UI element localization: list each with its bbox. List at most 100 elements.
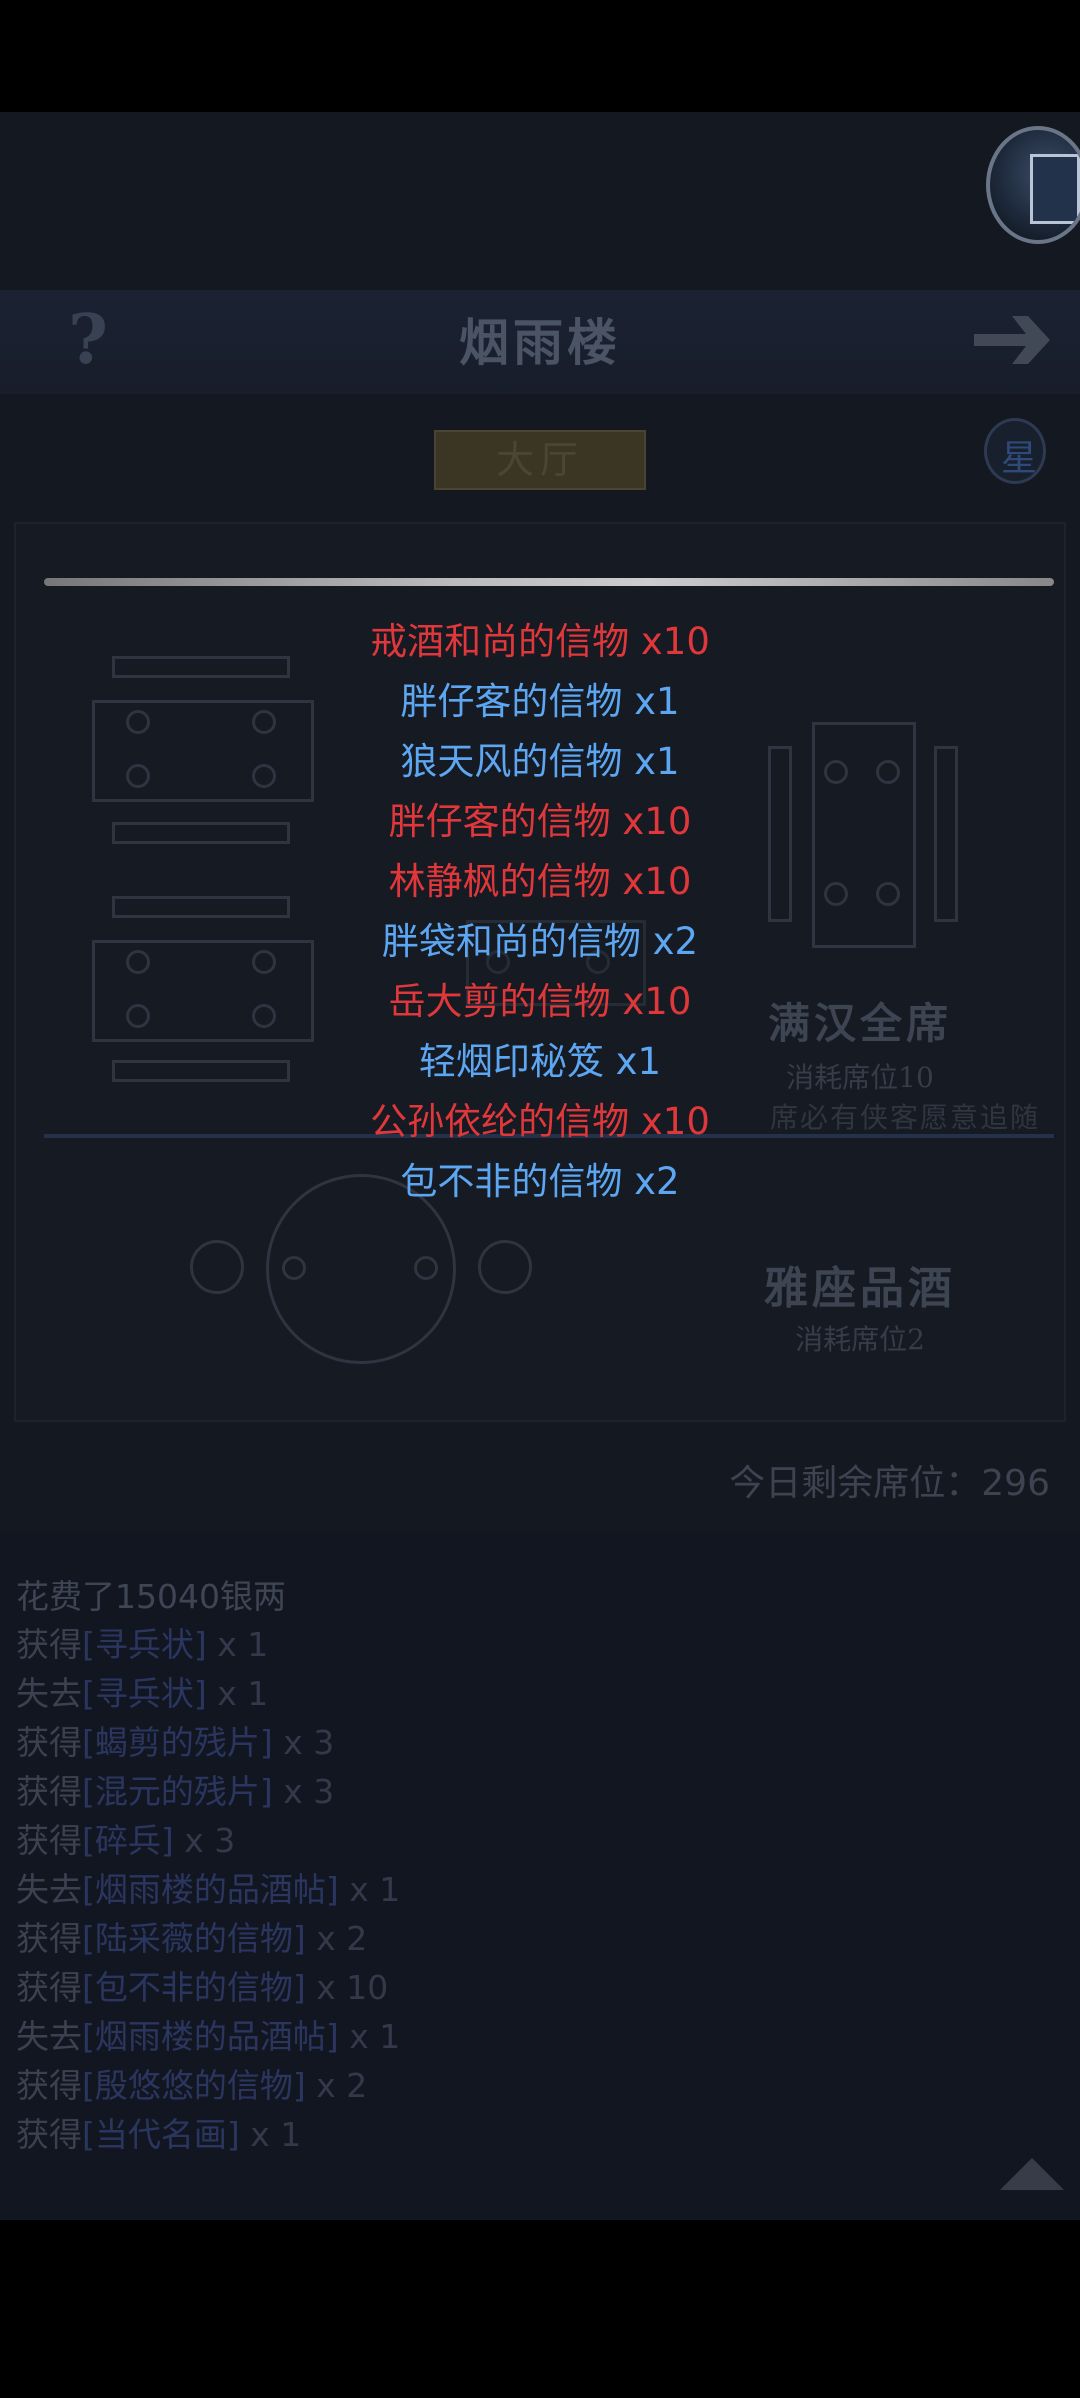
log-item[interactable]: [碎兵] — [82, 1821, 174, 1860]
reward-item: 胖仔客的信物 x10 — [240, 792, 840, 852]
log-item[interactable]: [蝎剪的残片] — [82, 1723, 273, 1762]
table-bench — [934, 746, 958, 922]
seat-dot — [876, 760, 900, 784]
reward-qty: x10 — [622, 860, 692, 903]
reward-item: 林静枫的信物 x10 — [240, 852, 840, 912]
log-verb: 获得 — [16, 2066, 82, 2105]
log-entry: 获得[蝎剪的残片] x 3 — [16, 1719, 334, 1767]
log-qty: x 2 — [305, 1919, 368, 1958]
log-entry: 失去[烟雨楼的品酒帖] x 1 — [16, 1866, 400, 1914]
round-stool — [190, 1240, 244, 1294]
reward-name: 包不非的信物 — [400, 1160, 623, 1203]
reward-name: 轻烟印秘笈 — [418, 1040, 604, 1083]
bottom-bar — [0, 2220, 1080, 2398]
next-arrow-icon[interactable] — [968, 300, 1058, 380]
log-entry: 获得[混元的残片] x 3 — [16, 1768, 334, 1816]
seat-dot — [414, 1256, 438, 1280]
reward-item: 岳大剪的信物 x10 — [240, 972, 840, 1032]
log-qty: x 10 — [305, 1968, 389, 2007]
wine-option[interactable]: 雅座品酒 — [740, 1252, 980, 1314]
log-verb: 获得 — [16, 1772, 82, 1811]
portrait-frame-icon — [1030, 154, 1080, 224]
reward-qty: x1 — [634, 740, 680, 783]
log-entry: 获得[碎兵] x 3 — [16, 1817, 235, 1865]
log-qty: x 1 — [206, 1625, 269, 1664]
log-entry: 获得[包不非的信物] x 10 — [16, 1964, 388, 2012]
reward-name: 胖袋和尚的信物 — [381, 920, 641, 963]
seat-dot — [126, 1004, 150, 1028]
log-spent: 花费了15040银两 — [16, 1577, 286, 1616]
tab-hall[interactable]: 大厅 — [434, 430, 646, 490]
log-qty: x 1 — [239, 2115, 302, 2154]
log-qty: x 1 — [206, 1674, 269, 1713]
reward-item: 戒酒和尚的信物 x10 — [240, 612, 840, 672]
log-entry: 获得[当代名画] x 1 — [16, 2111, 301, 2159]
log-qty: x 3 — [173, 1821, 236, 1860]
seat-dot — [126, 764, 150, 788]
seat-dot — [282, 1256, 306, 1280]
page-title: 烟雨楼 — [459, 313, 621, 372]
reward-qty: x10 — [622, 800, 692, 843]
reward-qty: x1 — [634, 680, 680, 723]
remaining-seats: 今日剩余席位：296 — [729, 1463, 1050, 1504]
seat-dot — [876, 882, 900, 906]
log-qty: x 2 — [305, 2066, 368, 2105]
reward-list: 戒酒和尚的信物 x10 胖仔客的信物 x1 狼天风的信物 x1 胖仔客的信物 x10 林… — [240, 612, 840, 1212]
reward-item: 胖仔客的信物 x1 — [240, 672, 840, 732]
reward-qty: x10 — [622, 980, 692, 1023]
log-verb: 获得 — [16, 1821, 82, 1860]
log-entry: 失去[寻兵状] x 1 — [16, 1670, 268, 1718]
reward-item: 胖袋和尚的信物 x2 — [240, 912, 840, 972]
log-qty: x 3 — [272, 1723, 335, 1762]
log-item[interactable]: [烟雨楼的品酒帖] — [82, 2017, 339, 2056]
log-qty: x 3 — [272, 1772, 335, 1811]
seat-dot — [126, 710, 150, 734]
log-entry: 获得[殷悠悠的信物] x 2 — [16, 2062, 367, 2110]
round-stool — [478, 1240, 532, 1294]
log-verb: 失去 — [16, 1870, 82, 1909]
wine-cost: 消耗席位2 — [795, 1323, 925, 1356]
log-item[interactable]: [寻兵状] — [82, 1625, 207, 1664]
seat-dot — [126, 950, 150, 974]
player-avatar[interactable] — [986, 126, 1080, 244]
log-verb: 获得 — [16, 1625, 82, 1664]
reward-item: 狼天风的信物 x1 — [240, 732, 840, 792]
log-verb: 获得 — [16, 2115, 82, 2154]
reward-qty: x10 — [640, 1100, 710, 1143]
reward-item: 包不非的信物 x2 — [240, 1152, 840, 1212]
reward-qty: x2 — [634, 1160, 680, 1203]
log-item[interactable]: [殷悠悠的信物] — [82, 2066, 306, 2105]
reward-item: 公孙依纶的信物 x10 — [240, 1092, 840, 1152]
log-qty: x 1 — [338, 1870, 401, 1909]
reward-name: 公孙依纶的信物 — [370, 1100, 630, 1143]
log-item[interactable]: [烟雨楼的品酒帖] — [82, 1870, 339, 1909]
reward-qty: x2 — [652, 920, 699, 963]
log-verb: 获得 — [16, 1723, 82, 1762]
log-verb: 失去 — [16, 1674, 82, 1713]
reward-name: 戒酒和尚的信物 — [370, 620, 630, 663]
star-circle-icon[interactable]: 星 — [984, 418, 1046, 484]
reward-item: 轻烟印秘笈 x1 — [240, 1032, 840, 1092]
help-icon[interactable]: ? — [58, 300, 118, 380]
log-item[interactable]: [包不非的信物] — [82, 1968, 306, 2007]
reward-name: 林静枫的信物 — [388, 860, 611, 903]
log-qty: x 1 — [338, 2017, 401, 2056]
log-item[interactable]: [当代名画] — [82, 2115, 240, 2154]
reward-qty: x10 — [640, 620, 710, 663]
scroll-up-icon[interactable] — [1000, 2158, 1064, 2190]
log-item[interactable]: [陆采薇的信物] — [82, 1919, 306, 1958]
log-verb: 获得 — [16, 1968, 82, 2007]
status-bar — [0, 0, 1080, 112]
log-entry: 获得[陆采薇的信物] x 2 — [16, 1915, 367, 1963]
log-verb: 失去 — [16, 2017, 82, 2056]
log-verb: 获得 — [16, 1919, 82, 1958]
reward-name: 胖仔客的信物 — [388, 800, 611, 843]
log-item[interactable]: [混元的残片] — [82, 1772, 273, 1811]
reward-qty: x1 — [615, 1040, 662, 1083]
log-entry: 获得[寻兵状] x 1 — [16, 1621, 268, 1669]
reward-name: 胖仔客的信物 — [400, 680, 623, 723]
reward-name: 狼天风的信物 — [400, 740, 623, 783]
log-item[interactable]: [寻兵状] — [82, 1674, 207, 1713]
circle-icon-glyph: 星 — [1001, 438, 1038, 479]
reward-name: 岳大剪的信物 — [388, 980, 611, 1023]
